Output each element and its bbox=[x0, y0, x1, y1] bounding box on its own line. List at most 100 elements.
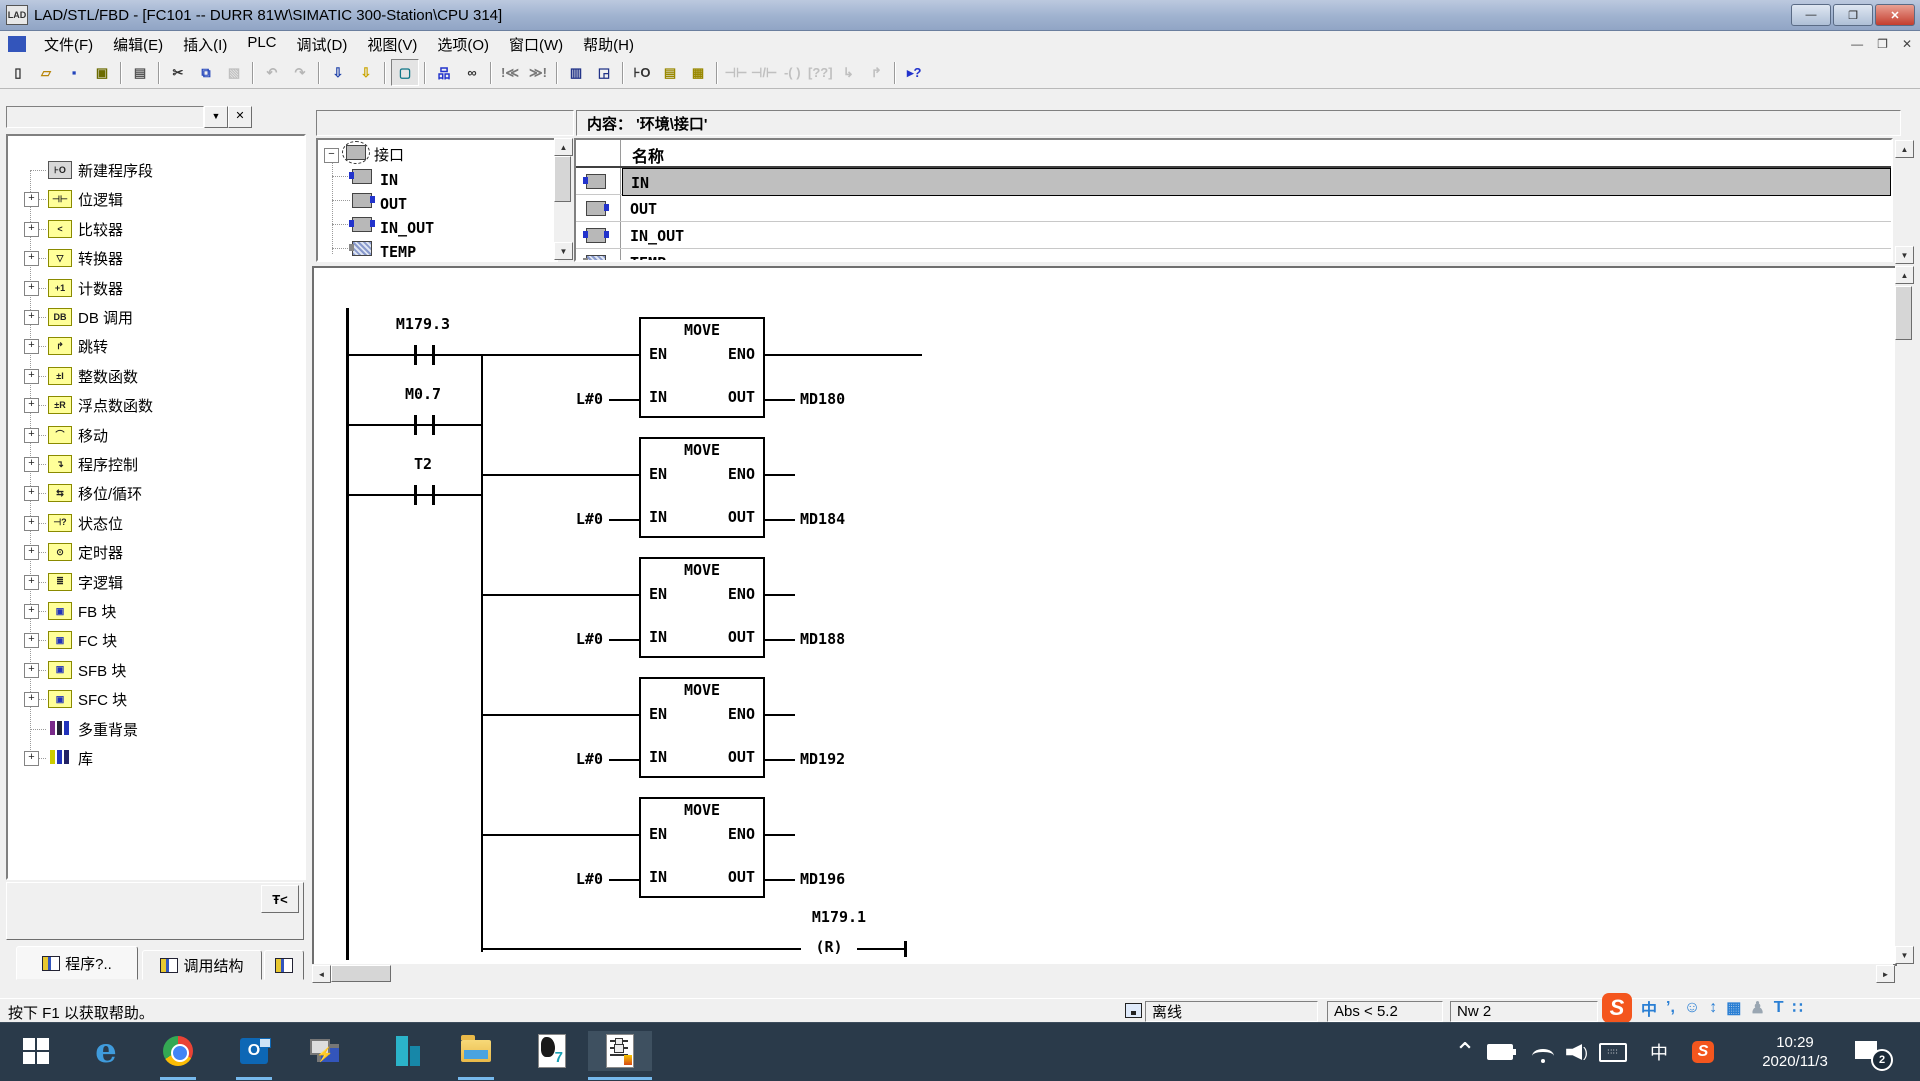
save-source-icon[interactable]: ▪ bbox=[61, 60, 87, 85]
menu-PLC[interactable]: PLC bbox=[237, 31, 286, 58]
element-overview-icon[interactable]: ▢ bbox=[391, 59, 419, 86]
save-icon[interactable]: ▣ bbox=[89, 60, 115, 85]
block-title[interactable]: MOVE bbox=[639, 561, 765, 579]
expand-button[interactable]: + bbox=[24, 310, 39, 325]
chevron-up-icon[interactable]: ⌃ bbox=[1450, 1037, 1480, 1067]
catalog-item-integer-fn[interactable]: 整数函数 bbox=[78, 366, 138, 387]
redo-icon[interactable]: ↷ bbox=[287, 60, 313, 85]
ladder-vscrollbar[interactable]: ▲▼ bbox=[1895, 266, 1914, 962]
expand-button[interactable]: + bbox=[24, 692, 39, 707]
overview-toggle-button[interactable]: Ŧ< bbox=[261, 885, 299, 913]
chinese-mode-icon[interactable]: 中 bbox=[1641, 996, 1657, 1020]
mdi-restore-button[interactable]: ❐ bbox=[1877, 37, 1888, 51]
soft-keyboard-icon[interactable]: ▦ bbox=[1726, 998, 1741, 1018]
catalog-item-word-logic[interactable]: 字逻辑 bbox=[78, 572, 123, 593]
block-input-operand[interactable]: L#0 bbox=[527, 510, 603, 528]
menu-插入I[interactable]: 插入(I) bbox=[173, 31, 237, 58]
expand-button[interactable]: + bbox=[24, 633, 39, 648]
catalog-item-jump[interactable]: 跳转 bbox=[78, 336, 108, 357]
expand-button[interactable]: + bbox=[24, 192, 39, 207]
view-overview-icon[interactable]: ◲ bbox=[591, 60, 617, 85]
catalog-item-fc-block[interactable]: FC 块 bbox=[78, 630, 117, 651]
ladder-canvas[interactable]: M179.3M0.7T2MOVEENENOINOUTL#0MD180MOVEEN… bbox=[312, 266, 1897, 966]
catalog-item-new-network[interactable]: 新建程序段 bbox=[78, 160, 153, 181]
block-title[interactable]: MOVE bbox=[639, 681, 765, 699]
tab-调用结构[interactable]: 调用结构 bbox=[142, 950, 262, 980]
tab-程序?..[interactable]: 程序?.. bbox=[16, 946, 138, 980]
catalog-item-bit-logic[interactable]: 位逻辑 bbox=[78, 189, 123, 210]
new-network-icon[interactable]: ⊦O bbox=[629, 60, 655, 85]
expand-button[interactable]: + bbox=[24, 339, 39, 354]
catalog-item-db-call[interactable]: DB 调用 bbox=[78, 307, 133, 328]
network-node-icon[interactable]: 品 bbox=[431, 60, 457, 85]
catalog-dropdown-button[interactable]: ▼ bbox=[204, 106, 228, 128]
restore-button[interactable]: ❐ bbox=[1833, 4, 1873, 26]
interface-tree-item-IN[interactable]: IN bbox=[380, 168, 398, 192]
catalog-item-counter[interactable]: 计数器 bbox=[78, 278, 123, 299]
touch-keyboard-icon[interactable]: ∷∷ bbox=[1598, 1037, 1628, 1067]
catalog-item-library[interactable]: 库 bbox=[78, 748, 93, 769]
expand-button[interactable]: + bbox=[24, 751, 39, 766]
wifi-icon[interactable] bbox=[1528, 1037, 1558, 1067]
collapse-button[interactable]: − bbox=[324, 148, 339, 163]
menu-帮助H[interactable]: 帮助(H) bbox=[573, 31, 644, 58]
block-title[interactable]: MOVE bbox=[639, 801, 765, 819]
scroll-down-arrow[interactable]: ▼ bbox=[554, 242, 573, 260]
catalog-item-comparator[interactable]: 比较器 bbox=[78, 219, 123, 240]
punctuation-icon[interactable]: ’, bbox=[1666, 999, 1675, 1017]
open-icon[interactable]: ▱ bbox=[33, 60, 59, 85]
download-icon[interactable]: ⇩ bbox=[325, 60, 351, 85]
program-elements-icon[interactable]: ▤ bbox=[657, 60, 683, 85]
explorer-taskbar-button[interactable] bbox=[456, 1031, 496, 1071]
outlook-taskbar-button[interactable]: O bbox=[234, 1031, 274, 1071]
paste-icon[interactable]: ▧ bbox=[221, 60, 247, 85]
taskbar-clock[interactable]: 10:29 2020/11/3 bbox=[1745, 1034, 1845, 1072]
menu-选项O[interactable]: 选项(O) bbox=[427, 31, 499, 58]
mdi-close-button[interactable]: ✕ bbox=[1902, 37, 1912, 51]
table-row-TEMP[interactable]: TEMP bbox=[622, 249, 1889, 262]
monitor-variable-icon[interactable]: ∞ bbox=[459, 60, 485, 85]
minimize-button[interactable]: — bbox=[1791, 4, 1831, 26]
skin-icon[interactable]: T bbox=[1774, 999, 1784, 1017]
contact-operand[interactable]: M0.7 bbox=[353, 385, 493, 403]
expand-button[interactable]: + bbox=[24, 428, 39, 443]
catalog-field[interactable] bbox=[6, 106, 204, 128]
catalog-item-converter[interactable]: 转换器 bbox=[78, 248, 123, 269]
expand-button[interactable]: + bbox=[24, 663, 39, 678]
cut-icon[interactable]: ✂ bbox=[165, 60, 191, 85]
goto-prev-error-icon[interactable]: !≪ bbox=[497, 60, 523, 85]
catalog-item-program-control[interactable]: 程序控制 bbox=[78, 454, 138, 475]
interface-tree-item-TEMP[interactable]: TEMP bbox=[380, 240, 416, 262]
expand-button[interactable]: + bbox=[24, 516, 39, 531]
expand-button[interactable]: + bbox=[24, 604, 39, 619]
interface-tree-item-OUT[interactable]: OUT bbox=[380, 192, 407, 216]
contact-operand[interactable]: T2 bbox=[353, 455, 493, 473]
scroll-up-arrow[interactable]: ▲ bbox=[1895, 140, 1914, 158]
block-title[interactable]: MOVE bbox=[639, 321, 765, 339]
start-taskbar-button[interactable] bbox=[16, 1031, 56, 1071]
scroll-right-arrow[interactable]: ► bbox=[1876, 965, 1895, 983]
account-icon[interactable]: ♟ bbox=[1750, 998, 1764, 1018]
copy-icon[interactable]: ⧉ bbox=[193, 60, 219, 85]
interface-tree-scrollbar[interactable]: ▲▼ bbox=[554, 138, 573, 258]
scroll-left-arrow[interactable]: ◄ bbox=[312, 965, 331, 983]
contact-nc-icon[interactable]: ⊣/⊢ bbox=[751, 60, 777, 85]
catalog-item-move[interactable]: 移动 bbox=[78, 425, 108, 446]
name-column-header[interactable]: 名称 bbox=[632, 143, 664, 167]
close-button[interactable]: ✕ bbox=[1875, 4, 1915, 26]
block-input-operand[interactable]: L#0 bbox=[527, 870, 603, 888]
catalog-close-button[interactable]: ✕ bbox=[228, 106, 252, 128]
pc-link-taskbar-button[interactable]: ⚡ bbox=[304, 1031, 344, 1071]
lad-editor-taskbar-button[interactable] bbox=[588, 1031, 652, 1071]
block-input-operand[interactable]: L#0 bbox=[527, 630, 603, 648]
scroll-thumb[interactable] bbox=[1895, 286, 1912, 340]
catalog-item-float-fn[interactable]: 浮点数函数 bbox=[78, 395, 153, 416]
emoji-icon[interactable]: ☺ bbox=[1684, 999, 1700, 1017]
tab-list[interactable] bbox=[264, 950, 304, 980]
block-title[interactable]: MOVE bbox=[639, 441, 765, 459]
undo-icon[interactable]: ↶ bbox=[259, 60, 285, 85]
scroll-up-arrow[interactable]: ▲ bbox=[1895, 266, 1914, 284]
interface-root-label[interactable]: 接口 bbox=[374, 144, 404, 165]
menu-窗口W[interactable]: 窗口(W) bbox=[499, 31, 573, 58]
empty-box-icon[interactable]: [??] bbox=[807, 60, 833, 85]
